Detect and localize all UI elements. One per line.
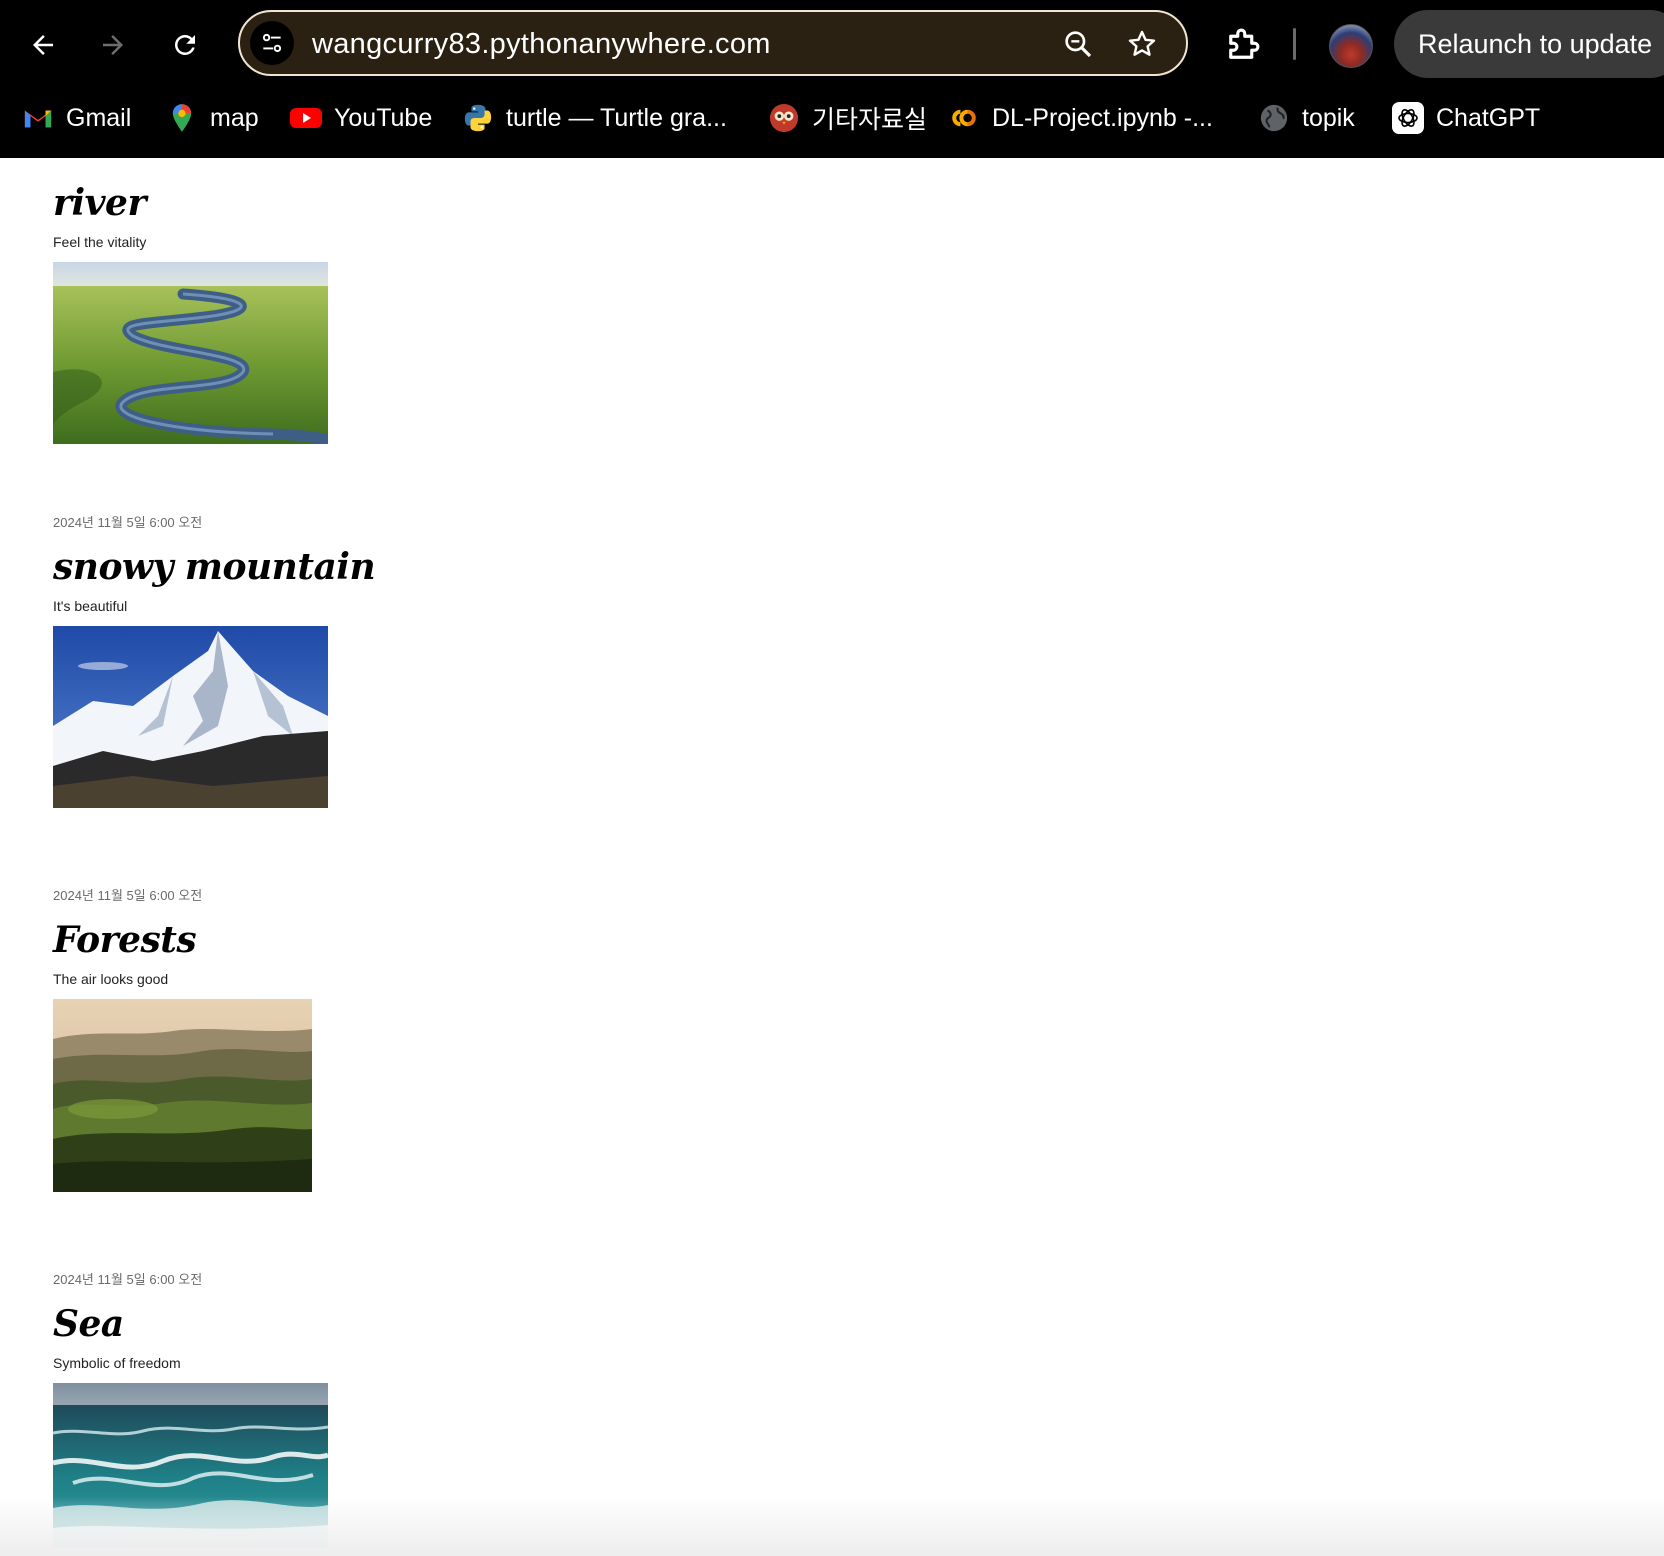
zoom-button[interactable]	[1060, 26, 1096, 62]
post-image-river	[53, 262, 328, 444]
bookmark-label: Gmail	[66, 103, 132, 132]
bookmark-gmail[interactable]: Gmail	[22, 100, 131, 136]
globe-icon	[1258, 102, 1290, 134]
post-title: Sea	[53, 1303, 124, 1345]
post-river: river Feel the vitality	[53, 182, 328, 444]
bookmarks-bar: Gmail map YouTube turtle — Turtle gra...…	[0, 92, 1664, 144]
owl-icon	[768, 102, 800, 134]
post-date: 2024년 11월 5일 6:00 오전	[53, 515, 203, 530]
address-bar[interactable]: wangcurry83.pythonanywhere.com	[238, 10, 1188, 76]
bookmark-chatgpt[interactable]: ChatGPT	[1392, 100, 1540, 136]
post-title: snowy mountain	[53, 546, 376, 588]
bookmark-star-button[interactable]	[1124, 26, 1160, 62]
bookmark-topik[interactable]: topik	[1258, 100, 1355, 136]
post-subtitle: The air looks good	[53, 971, 169, 987]
post-subtitle: Feel the vitality	[53, 234, 147, 250]
post-image-sea	[53, 1383, 328, 1548]
post-title: river	[53, 182, 146, 224]
relaunch-button[interactable]: Relaunch to update	[1394, 10, 1664, 78]
python-icon	[462, 102, 494, 134]
page-content: river Feel the vitality 2024년 11월 5일 6:0…	[0, 158, 1664, 1556]
reload-button[interactable]	[162, 22, 208, 68]
bookmark-label: 기타자료실	[812, 106, 928, 134]
post-subtitle: It's beautiful	[53, 598, 128, 614]
bookmark-archive[interactable]: 기타자료실	[768, 100, 927, 136]
site-info-button[interactable]	[250, 21, 294, 65]
url-text[interactable]: wangcurry83.pythonanywhere.com	[312, 28, 771, 61]
gmail-icon	[22, 102, 54, 134]
reload-icon	[175, 34, 195, 55]
colab-icon	[948, 102, 980, 134]
bookmark-label: topik	[1302, 103, 1355, 132]
post-snowy-mountain: 2024년 11월 5일 6:00 오전 snowy mountain It's…	[53, 512, 376, 808]
browser-toolbar: wangcurry83.pythonanywhere.com Relaunch …	[0, 0, 1664, 158]
post-image-forests	[53, 999, 312, 1192]
post-sea: 2024년 11월 5일 6:00 오전 Sea Symbolic of fre…	[53, 1269, 328, 1548]
bookmark-label: map	[210, 103, 259, 132]
post-forests: 2024년 11월 5일 6:00 오전 Forests The air loo…	[53, 885, 312, 1192]
post-date: 2024년 11월 5일 6:00 오전	[53, 888, 203, 903]
bookmark-turtle[interactable]: turtle — Turtle gra...	[462, 100, 727, 136]
post-subtitle: Symbolic of freedom	[53, 1355, 181, 1371]
zoom-icon	[1065, 31, 1092, 58]
back-button[interactable]	[20, 22, 66, 68]
bookmark-youtube[interactable]: YouTube	[290, 100, 432, 136]
extensions-button[interactable]	[1222, 24, 1264, 66]
bookmark-label: ChatGPT	[1436, 103, 1541, 132]
chatgpt-icon	[1392, 102, 1424, 134]
youtube-icon	[290, 102, 322, 134]
star-icon	[1128, 30, 1156, 56]
post-image-snowy-mountain	[53, 626, 328, 808]
bookmark-label: turtle — Turtle gra...	[506, 103, 727, 132]
profile-avatar[interactable]	[1329, 24, 1373, 68]
post-title: Forests	[53, 919, 197, 961]
toolbar-divider	[1293, 28, 1296, 60]
puzzle-icon	[1229, 28, 1260, 59]
forward-arrow-icon	[103, 35, 123, 55]
post-date: 2024년 11월 5일 6:00 오전	[53, 1272, 203, 1287]
maps-pin-icon	[166, 102, 198, 134]
bookmark-colab[interactable]: DL-Project.ipynb -...	[948, 100, 1213, 136]
forward-button[interactable]	[90, 22, 136, 68]
bookmark-map[interactable]: map	[166, 100, 259, 136]
bookmark-label: YouTube	[334, 103, 433, 132]
bookmark-label: DL-Project.ipynb -...	[992, 103, 1213, 132]
tune-icon	[262, 33, 282, 53]
back-arrow-icon	[33, 35, 53, 55]
